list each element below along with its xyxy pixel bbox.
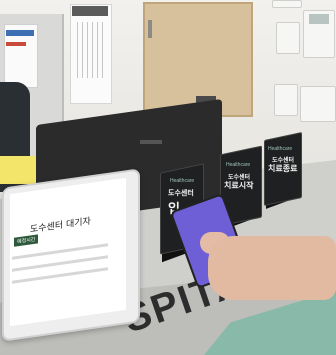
sign-2-brand: Healthcare <box>226 162 251 168</box>
poster-stripe <box>6 30 34 36</box>
calendar-grid <box>73 22 107 78</box>
monitor-logo <box>140 140 162 144</box>
wall-switch-top <box>272 0 302 8</box>
calendar-header <box>72 6 108 16</box>
wall-switch-1 <box>276 22 300 54</box>
thermostat-screen <box>309 14 329 24</box>
yellow-note <box>0 156 40 184</box>
sign-3-line2: 치료종료 <box>268 164 298 173</box>
sign-1-line1: 도수센터 <box>168 190 194 197</box>
photo-scene: SPITA Healthcare 도수센터 입 Healthcare 도수센터 … <box>0 0 336 355</box>
sign-1-brand: Healthcare <box>170 178 195 184</box>
door-handle <box>148 20 152 38</box>
sign-3-brand: Healthcare <box>268 146 293 152</box>
hand-holding-phone <box>208 236 336 300</box>
sign-2-line2: 치료시작 <box>224 181 254 190</box>
tablet-screen <box>10 177 126 327</box>
poster-stripe-red <box>6 42 26 46</box>
wall-switch-3 <box>300 86 336 122</box>
wall-switch-2 <box>274 84 298 116</box>
